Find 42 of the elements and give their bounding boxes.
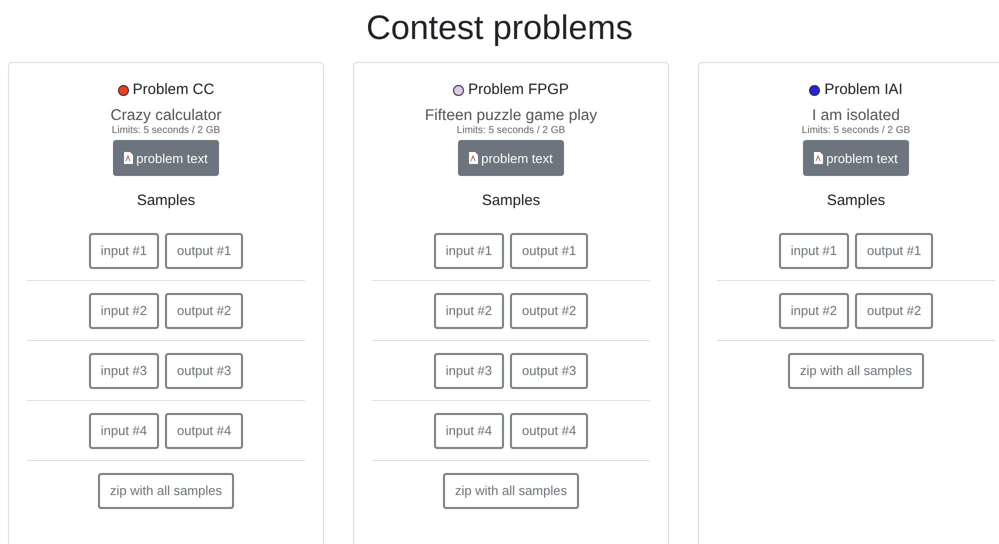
limits-text: Limits: 5 seconds / 2 GB <box>112 125 220 137</box>
output-button[interactable]: output #4 <box>165 412 244 448</box>
output-button[interactable]: output #4 <box>510 412 588 448</box>
problem-text-button[interactable]: problem text <box>458 140 564 176</box>
input-button[interactable]: input #1 <box>778 232 850 268</box>
zip-button[interactable]: zip with all samples <box>98 472 234 508</box>
input-button[interactable]: input #1 <box>434 232 504 268</box>
problem-text-button[interactable]: problem text <box>803 140 909 176</box>
problem-code: Problem IAI <box>824 81 903 99</box>
input-button[interactable]: input #2 <box>88 292 160 328</box>
input-button[interactable]: input #4 <box>88 412 160 448</box>
output-button[interactable]: output #2 <box>855 292 934 328</box>
output-button[interactable]: output #1 <box>510 232 588 268</box>
samples-heading: Samples <box>136 192 196 209</box>
output-button[interactable]: output #2 <box>165 292 244 328</box>
output-button[interactable]: output #3 <box>165 352 244 388</box>
document-icon <box>124 152 134 164</box>
zip-button[interactable]: zip with all samples <box>443 472 579 508</box>
zip-button[interactable]: zip with all samples <box>788 352 924 388</box>
output-button[interactable]: output #1 <box>165 232 244 268</box>
limits-text: Limits: 5 seconds / 2 GB <box>456 125 566 137</box>
input-button[interactable]: input #2 <box>778 292 850 328</box>
problem-name: Fifteen puzzle game play <box>424 107 598 125</box>
problem-code: Problem FPGP <box>468 81 569 99</box>
problem-name: I am isolated <box>812 107 900 125</box>
input-button[interactable]: input #2 <box>434 292 504 328</box>
output-button[interactable]: output #3 <box>510 352 588 388</box>
limits-text: Limits: 5 seconds / 2 GB <box>802 125 910 137</box>
document-icon <box>469 152 478 164</box>
document-icon <box>814 152 824 164</box>
output-button[interactable]: output #2 <box>510 292 588 328</box>
samples-heading: Samples <box>826 192 886 209</box>
problem-code: Problem CC <box>132 81 214 99</box>
page-title: Contest problems <box>366 8 633 49</box>
input-button[interactable]: input #3 <box>88 352 160 388</box>
problem-text-button[interactable]: problem text <box>113 140 219 176</box>
samples-heading: Samples <box>482 192 540 209</box>
problem-name: Crazy calculator <box>110 107 222 125</box>
output-button[interactable]: output #1 <box>855 232 934 268</box>
input-button[interactable]: input #3 <box>434 352 504 388</box>
input-button[interactable]: input #1 <box>88 232 160 268</box>
input-button[interactable]: input #4 <box>434 412 504 448</box>
